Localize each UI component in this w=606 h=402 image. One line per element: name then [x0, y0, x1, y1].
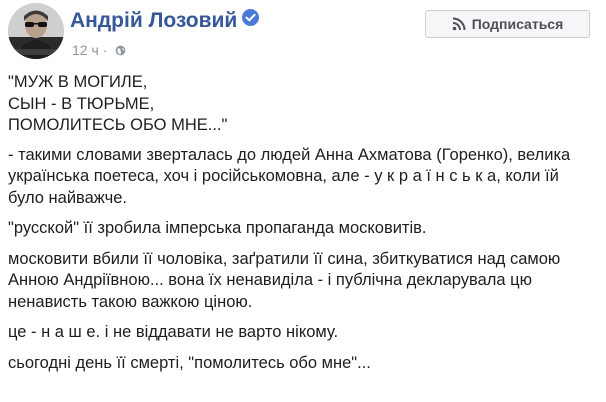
author-name-label[interactable]: Андрій Лозовий — [70, 9, 237, 32]
globe-icon[interactable] — [115, 45, 126, 56]
post-content: "МУЖ В МОГИЛЕ, СЫН - В ТЮРЬМЕ, ПОМОЛИТЕС… — [8, 72, 598, 383]
post-paragraph: "русской" її зробила імперська пропаганд… — [8, 219, 427, 237]
post-header: Андрій Лозовий 12 ч · Подписаться — [0, 0, 606, 66]
post-paragraph: - такими словами зверталась до людей Анн… — [8, 145, 571, 207]
post-meta: 12 ч · — [72, 42, 126, 58]
quote-line: СЫН - В ТЮРЬМЕ, — [8, 94, 155, 113]
avatar-photo — [8, 3, 64, 59]
avatar[interactable] — [8, 3, 64, 59]
quote-line: "МУЖ В МОГИЛЕ, — [8, 73, 148, 91]
quote-line: ПОМОЛИТЕСЬ ОБО МНЕ..." — [8, 116, 228, 134]
verified-badge-icon — [242, 9, 260, 26]
post-paragraph: московити вбили її чоловіка, заґратили ї… — [8, 249, 561, 311]
author-name[interactable]: Андрій Лозовий — [70, 9, 260, 33]
meta-separator: · — [102, 42, 112, 58]
post-timestamp[interactable]: 12 ч — [72, 42, 99, 58]
subscribe-label: Подписаться — [471, 16, 564, 32]
rss-icon — [452, 17, 466, 31]
post-paragraph: сьогодні день її смерті, "помолитесь обо… — [8, 353, 371, 372]
subscribe-button[interactable]: Подписаться — [425, 10, 590, 38]
post-quote: "МУЖ В МОГИЛЕ, СЫН - В ТЮРЬМЕ, ПОМОЛИТЕС… — [8, 72, 598, 137]
post-paragraph: це - н а ш е. і не віддавати не варто ні… — [8, 323, 339, 341]
